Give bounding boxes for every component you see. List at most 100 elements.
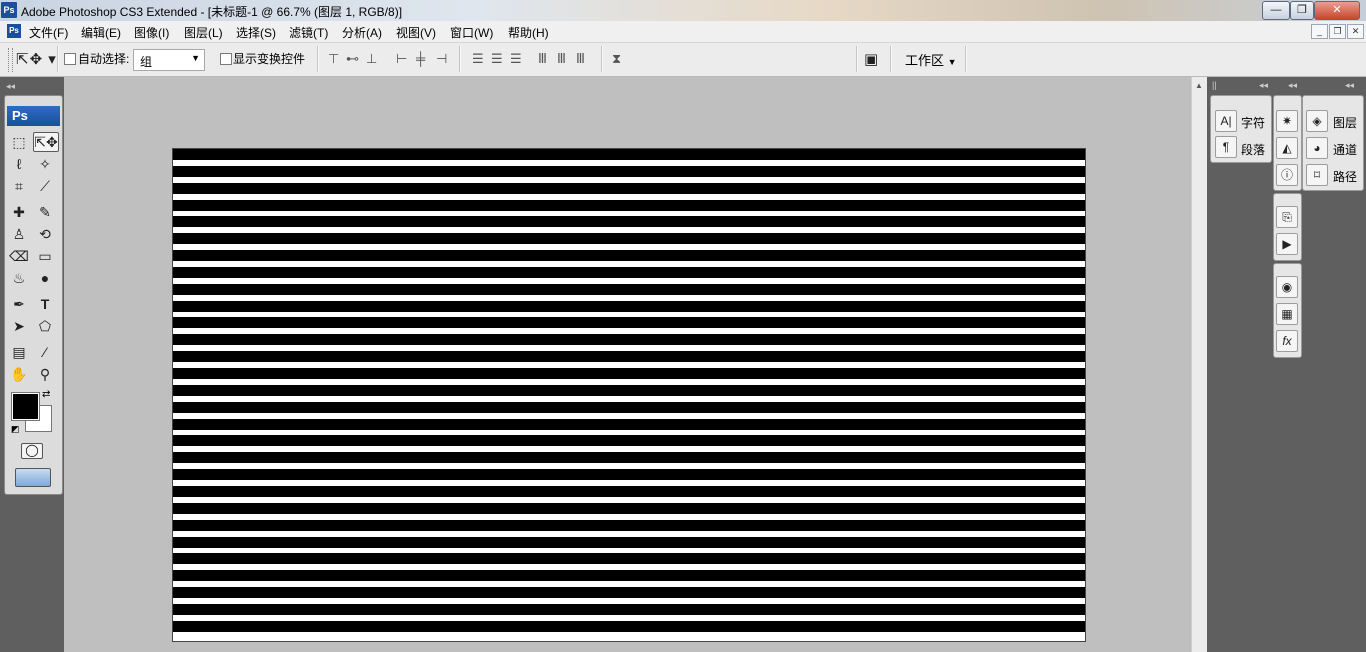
- canvas-stripe: [173, 233, 1085, 244]
- eraser-tool-icon[interactable]: ⌫: [9, 246, 29, 266]
- menu-window[interactable]: 窗口(W): [450, 24, 493, 41]
- hand-tool-icon[interactable]: ✋: [9, 364, 29, 384]
- doc-restore-button[interactable]: ❐: [1329, 24, 1346, 39]
- gradient-tool-icon[interactable]: ▭: [35, 246, 55, 266]
- crop-tool-icon[interactable]: ⌗: [9, 176, 29, 196]
- histogram-panel-icon[interactable]: ◭: [1276, 137, 1298, 159]
- menu-filter[interactable]: 滤镜(T): [289, 24, 328, 41]
- canvas-stripe: [173, 301, 1085, 312]
- menu-file[interactable]: 文件(F): [29, 24, 68, 41]
- history-brush-tool-icon[interactable]: ⟲: [35, 224, 55, 244]
- default-colors-icon[interactable]: ◩: [11, 424, 20, 435]
- eyedropper-tool-icon[interactable]: ⁄: [35, 342, 55, 362]
- character-panel-label[interactable]: 字符: [1241, 114, 1265, 131]
- file-browser-icon[interactable]: ▣: [864, 50, 879, 68]
- align-top-icon[interactable]: ⊤: [328, 51, 340, 67]
- distribute-hcenter-icon[interactable]: Ⅲ: [557, 51, 567, 67]
- spot-healing-tool-icon[interactable]: ✚: [9, 202, 29, 222]
- shape-tool-icon[interactable]: ⬠: [35, 316, 55, 336]
- divider: [459, 46, 461, 72]
- dodge-tool-icon[interactable]: ●: [35, 268, 55, 288]
- navigator-panel-icon[interactable]: ✷: [1276, 110, 1298, 132]
- auto-select-dropdown[interactable]: 组 ▼: [133, 49, 205, 71]
- swap-colors-icon[interactable]: ⇄: [42, 389, 50, 400]
- align-hcenter-icon[interactable]: ╪: [416, 51, 426, 66]
- menu-select[interactable]: 选择(S): [236, 24, 276, 41]
- brush-tool-icon[interactable]: ✎: [35, 202, 55, 222]
- align-vcenter-icon[interactable]: ⊷: [346, 51, 360, 67]
- slice-tool-icon[interactable]: ⟋: [35, 176, 55, 196]
- paragraph-panel-icon[interactable]: ¶: [1215, 136, 1237, 158]
- styles-panel-icon[interactable]: fx: [1276, 330, 1298, 352]
- history-panel-icon[interactable]: ⎘: [1276, 206, 1298, 228]
- layers-panel-icon[interactable]: ◈: [1306, 110, 1328, 132]
- close-button[interactable]: ✕: [1314, 1, 1360, 20]
- canvas-stripe: [173, 250, 1085, 261]
- paths-panel-icon[interactable]: ⌑: [1306, 164, 1328, 186]
- quick-mask-icon[interactable]: ◯: [21, 443, 43, 459]
- distribute-top-icon[interactable]: ☰: [472, 51, 485, 67]
- divider: [965, 46, 967, 72]
- caret-down-icon: ▼: [947, 57, 957, 67]
- move-tool-icon[interactable]: ⇱✥: [33, 132, 59, 152]
- document-canvas[interactable]: [172, 148, 1086, 642]
- pen-tool-icon[interactable]: ✒: [9, 294, 29, 314]
- document-ps-icon[interactable]: Ps: [7, 24, 21, 38]
- align-right-icon[interactable]: ⊣: [436, 51, 448, 67]
- restore-icon: ❐: [1297, 4, 1307, 16]
- magic-wand-tool-icon[interactable]: ✧: [35, 154, 55, 174]
- screen-mode-icon[interactable]: [15, 468, 51, 487]
- menu-analysis[interactable]: 分析(A): [342, 24, 382, 41]
- lasso-tool-icon[interactable]: ℓ: [9, 154, 29, 174]
- marquee-tool-icon[interactable]: ⬚: [9, 132, 29, 152]
- align-left-icon[interactable]: ⊢: [396, 51, 408, 67]
- menu-view[interactable]: 视图(V): [396, 24, 436, 41]
- info-panel-icon[interactable]: ⓘ: [1276, 164, 1298, 186]
- foreground-color-swatch[interactable]: [11, 392, 40, 421]
- workspace-menu-button[interactable]: 工作区 ▼: [905, 50, 957, 69]
- channels-panel-icon[interactable]: ◕: [1306, 137, 1328, 159]
- panel-group-navigator: ✷ ◭ ⓘ: [1273, 95, 1302, 191]
- restore-button[interactable]: ❐: [1290, 1, 1314, 20]
- swatches-panel-icon[interactable]: ▦: [1276, 303, 1298, 325]
- distribute-bottom-icon[interactable]: ☰: [510, 51, 523, 67]
- scroll-up-icon[interactable]: ▲: [1195, 81, 1203, 90]
- dock-grip-icon[interactable]: ||: [1212, 80, 1217, 90]
- auto-align-layers-icon[interactable]: ⧗: [612, 51, 622, 67]
- clone-stamp-tool-icon[interactable]: ♙: [9, 224, 29, 244]
- paths-panel-label[interactable]: 路径: [1333, 168, 1357, 185]
- distribute-left-icon[interactable]: Ⅲ: [538, 51, 548, 67]
- minimize-button[interactable]: —: [1262, 1, 1290, 20]
- collapse-panel-icon[interactable]: ◂◂: [1345, 80, 1354, 91]
- zoom-tool-icon[interactable]: ⚲: [35, 364, 55, 384]
- notes-tool-icon[interactable]: ▤: [9, 342, 29, 362]
- menu-image[interactable]: 图像(I): [134, 24, 169, 41]
- blur-tool-icon[interactable]: ♨: [9, 268, 29, 288]
- paragraph-panel-label[interactable]: 段落: [1241, 141, 1265, 158]
- menu-layer[interactable]: 图层(L): [184, 24, 223, 41]
- canvas-stripe: [173, 621, 1085, 632]
- doc-close-button[interactable]: ✕: [1347, 24, 1364, 39]
- canvas-stripe: [173, 183, 1085, 194]
- options-grip[interactable]: [8, 48, 13, 72]
- path-selection-tool-icon[interactable]: ➤: [9, 316, 29, 336]
- type-tool-icon[interactable]: T: [35, 294, 55, 314]
- auto-select-checkbox[interactable]: [64, 53, 76, 65]
- distribute-vcenter-icon[interactable]: ☰: [491, 51, 504, 67]
- collapse-panel-icon[interactable]: ◂◂: [1288, 80, 1297, 91]
- color-panel-icon[interactable]: ◉: [1276, 276, 1298, 298]
- actions-panel-icon[interactable]: ▶: [1276, 233, 1298, 255]
- align-bottom-icon[interactable]: ⊥: [366, 51, 378, 67]
- menu-help[interactable]: 帮助(H): [508, 24, 549, 41]
- menu-edit[interactable]: 编辑(E): [81, 24, 121, 41]
- move-tool-preset-icon[interactable]: ⇱✥ ▾: [16, 50, 57, 68]
- layers-panel-label[interactable]: 图层: [1333, 114, 1357, 131]
- doc-minimize-button[interactable]: _: [1311, 24, 1328, 39]
- character-panel-icon[interactable]: A|: [1215, 110, 1237, 132]
- show-transform-checkbox[interactable]: [220, 53, 232, 65]
- collapse-toolbox-icon[interactable]: ◂◂: [6, 81, 15, 92]
- vertical-scrollbar[interactable]: ▲: [1191, 77, 1207, 652]
- channels-panel-label[interactable]: 通道: [1333, 141, 1357, 158]
- collapse-panel-icon[interactable]: ◂◂: [1259, 80, 1268, 91]
- distribute-right-icon[interactable]: Ⅲ: [576, 51, 586, 67]
